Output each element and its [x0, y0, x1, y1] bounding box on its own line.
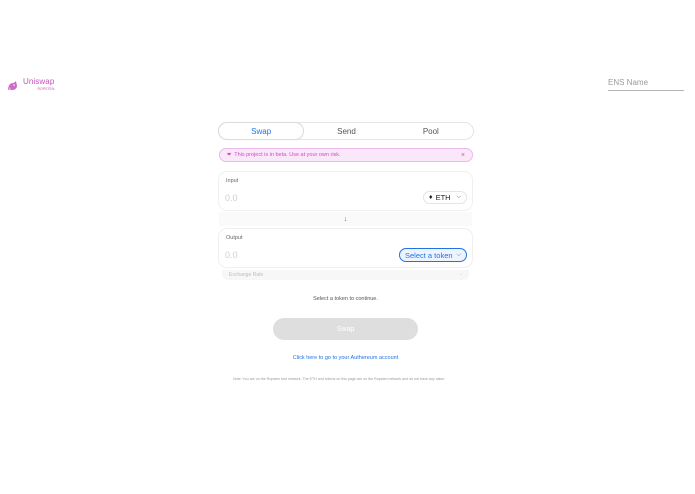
network-note: Note: You are on the Ropsten test networ… [233, 377, 446, 381]
swap-direction-row: ↓ [219, 212, 472, 226]
logo[interactable]: Uniswap ROPSTEN [6, 78, 54, 92]
input-token-select-button[interactable]: ♦ ETH ⌵ [423, 191, 467, 204]
beta-warning-text: This project is in beta. Use at your own… [234, 152, 341, 158]
heart-icon: ❤ [227, 152, 232, 158]
nav-tabs: Swap Send Pool [218, 122, 474, 140]
exchange-rate-value: - [460, 272, 462, 278]
tab-pool[interactable]: Pool [389, 123, 473, 139]
output-label: Output [226, 235, 243, 241]
input-amount-field[interactable] [225, 193, 345, 203]
tab-send[interactable]: Send [304, 123, 388, 139]
status-message: Select a token to continue. [313, 296, 378, 302]
chevron-down-icon: ⌵ [456, 251, 461, 258]
exchange-rate-label: Exchange Rate [229, 272, 264, 278]
logo-title: Uniswap [23, 77, 55, 86]
arrow-down-icon[interactable]: ↓ [344, 216, 348, 223]
input-label: Input [226, 178, 239, 184]
chevron-down-icon: ⌵ [456, 194, 461, 200]
beta-warning-banner: ❤ This project is in beta. Use at your o… [219, 148, 473, 162]
authereum-account-link[interactable]: Click here to go to your Authereum accou… [219, 355, 472, 361]
close-icon[interactable]: × [461, 152, 465, 159]
output-panel: Output Select a token ⌵ [219, 229, 472, 267]
exchange-rate-row: Exchange Rate - [222, 270, 469, 280]
output-token-select-button[interactable]: Select a token ⌵ [399, 248, 467, 262]
input-token-label: ETH [435, 193, 451, 202]
output-token-label: Select a token [405, 250, 453, 260]
input-panel: Input ♦ ETH ⌵ [219, 172, 472, 210]
output-amount-field[interactable] [225, 250, 345, 260]
unicorn-logo-icon [8, 81, 17, 90]
swap-button[interactable]: Swap [273, 318, 418, 340]
eth-icon: ♦ [429, 194, 433, 201]
ens-name-input[interactable] [608, 76, 684, 91]
logo-network: ROPSTEN [37, 87, 55, 91]
tab-swap[interactable]: Swap [218, 122, 305, 140]
